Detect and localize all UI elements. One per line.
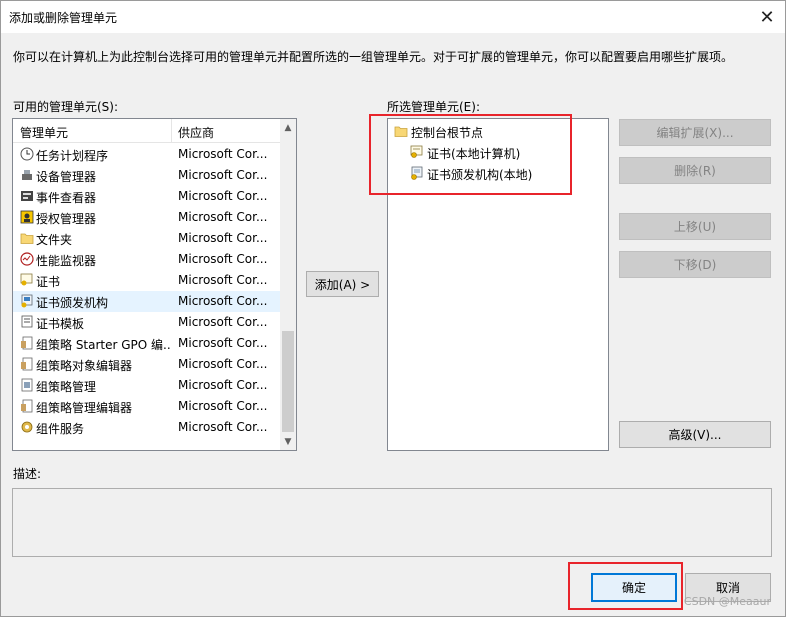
snapin-name: 证书 (36, 275, 61, 289)
move-up-button[interactable]: 上移(U) (619, 213, 771, 240)
snapin-name: 事件查看器 (36, 191, 97, 205)
close-button[interactable]: ✕ (753, 3, 781, 31)
snapin-name: 授权管理器 (36, 212, 97, 226)
snapin-vendor: Microsoft Cor... (178, 336, 268, 350)
list-item[interactable]: 事件查看器 Microsoft Cor... (13, 186, 281, 207)
snapin-vendor: Microsoft Cor... (178, 273, 268, 287)
snapin-name: 组策略 Starter GPO 编... (36, 338, 170, 352)
remove-button[interactable]: 删除(R) (619, 157, 771, 184)
snapin-name: 组件服务 (36, 422, 85, 436)
snapin-vendor: Microsoft Cor... (178, 294, 268, 308)
snapin-name: 证书颁发机构 (36, 296, 109, 310)
certificate-icon (20, 273, 33, 286)
component-services-icon (21, 421, 33, 433)
move-down-button[interactable]: 下移(D) (619, 251, 771, 278)
snapin-name: 设备管理器 (36, 170, 97, 184)
description-label: 描述: (13, 467, 42, 481)
snapin-name: 文件夹 (36, 233, 73, 247)
column-header-vendor[interactable]: 供应商 (178, 124, 214, 141)
authorization-icon (20, 210, 34, 224)
available-rows: 任务计划程序 Microsoft Cor... 设备管理器 Microsoft Cor… (13, 144, 281, 438)
list-item[interactable]: 证书颁发机构 Microsoft Cor... (13, 291, 281, 312)
list-item[interactable]: 设备管理器 Microsoft Cor... (13, 165, 281, 186)
list-item[interactable]: 任务计划程序 Microsoft Cor... (13, 144, 281, 165)
add-button[interactable]: 添加(A) > (306, 271, 379, 297)
snapin-name: 任务计划程序 (36, 149, 109, 163)
available-snapins-label: 可用的管理单元(S): (13, 100, 119, 114)
selected-snapins-tree[interactable]: 控制台根节点 证书(本地计算机) 证书颁发机构(本地) (387, 118, 609, 451)
performance-icon (20, 252, 34, 266)
snapin-vendor: Microsoft Cor... (178, 420, 268, 434)
policy-icon (21, 399, 33, 413)
snapin-vendor: Microsoft Cor... (178, 357, 268, 371)
list-item[interactable]: 组策略管理 Microsoft Cor... (13, 375, 281, 396)
snapin-vendor: Microsoft Cor... (178, 147, 268, 161)
watermark: CSDN @Meaaur (683, 595, 771, 608)
snapin-name: 性能监视器 (36, 254, 97, 268)
clock-icon (20, 147, 34, 161)
certificate-authority-icon (21, 294, 33, 308)
list-item[interactable]: 授权管理器 Microsoft Cor... (13, 207, 281, 228)
title-bar: 添加或删除管理单元 ✕ (1, 1, 785, 33)
list-item[interactable]: 证书 Microsoft Cor... (13, 270, 281, 291)
column-header-snapin[interactable]: 管理单元 (20, 124, 68, 141)
description-box (12, 488, 772, 557)
list-item[interactable]: 证书模板 Microsoft Cor... (13, 312, 281, 333)
snapin-vendor: Microsoft Cor... (178, 189, 268, 203)
edit-extensions-button[interactable]: 编辑扩展(X)... (619, 119, 771, 146)
tree-node-label: 证书颁发机构(本地) (427, 168, 533, 182)
snapin-vendor: Microsoft Cor... (178, 168, 268, 182)
list-item[interactable]: 文件夹 Microsoft Cor... (13, 228, 281, 249)
window-title: 添加或删除管理单元 (9, 11, 118, 25)
snapin-name: 证书模板 (36, 317, 85, 331)
scroll-thumb[interactable] (282, 331, 294, 432)
column-divider[interactable] (171, 119, 172, 143)
snapin-name: 组策略对象编辑器 (36, 359, 133, 373)
snapin-vendor: Microsoft Cor... (178, 231, 268, 245)
snapin-vendor: Microsoft Cor... (178, 210, 268, 224)
certificate-template-icon (21, 315, 33, 328)
add-remove-snapins-dialog: 添加或删除管理单元 ✕ 你可以在计算机上为此控制台选择可用的管理单元并配置所选的… (0, 0, 786, 617)
list-header: 管理单元 供应商 (13, 119, 281, 143)
policy-management-icon (21, 378, 33, 392)
close-icon: ✕ (759, 6, 775, 28)
tree-node-label: 控制台根节点 (411, 126, 484, 140)
vertical-scrollbar[interactable]: ▲ ▼ (280, 119, 296, 450)
event-viewer-icon (21, 191, 33, 201)
policy-icon (21, 357, 33, 371)
folder-icon (394, 126, 408, 137)
available-snapins-list[interactable]: 管理单元 供应商 任务计划程序 Microsoft Cor... 设备管理器 Micr… (12, 118, 297, 451)
scroll-down-button[interactable]: ▼ (280, 433, 296, 450)
scroll-up-button[interactable]: ▲ (280, 119, 296, 136)
policy-icon (21, 336, 33, 350)
list-item[interactable]: 组策略 Starter GPO 编... Microsoft Cor... (13, 333, 281, 354)
snapin-vendor: Microsoft Cor... (178, 252, 268, 266)
list-item[interactable]: 性能监视器 Microsoft Cor... (13, 249, 281, 270)
certificate-icon (410, 145, 423, 158)
intro-text: 你可以在计算机上为此控制台选择可用的管理单元并配置所选的一组管理单元。对于可扩展… (13, 50, 734, 64)
list-item[interactable]: 组策略管理编辑器 Microsoft Cor... (13, 396, 281, 417)
snapin-name: 组策略管理编辑器 (36, 401, 133, 415)
snapin-vendor: Microsoft Cor... (178, 315, 268, 329)
advanced-button[interactable]: 高级(V)... (619, 421, 771, 448)
list-item[interactable]: 组件服务 Microsoft Cor... (13, 417, 281, 438)
folder-icon (20, 233, 34, 244)
snapin-name: 组策略管理 (36, 380, 97, 394)
device-manager-icon (22, 170, 32, 180)
ok-button[interactable]: 确定 (591, 573, 677, 602)
snapin-vendor: Microsoft Cor... (178, 399, 268, 413)
selected-snapins-label: 所选管理单元(E): (387, 100, 480, 114)
snapin-vendor: Microsoft Cor... (178, 378, 268, 392)
tree-node-label: 证书(本地计算机) (427, 147, 521, 161)
certificate-authority-icon (411, 166, 423, 180)
list-item[interactable]: 组策略对象编辑器 Microsoft Cor... (13, 354, 281, 375)
